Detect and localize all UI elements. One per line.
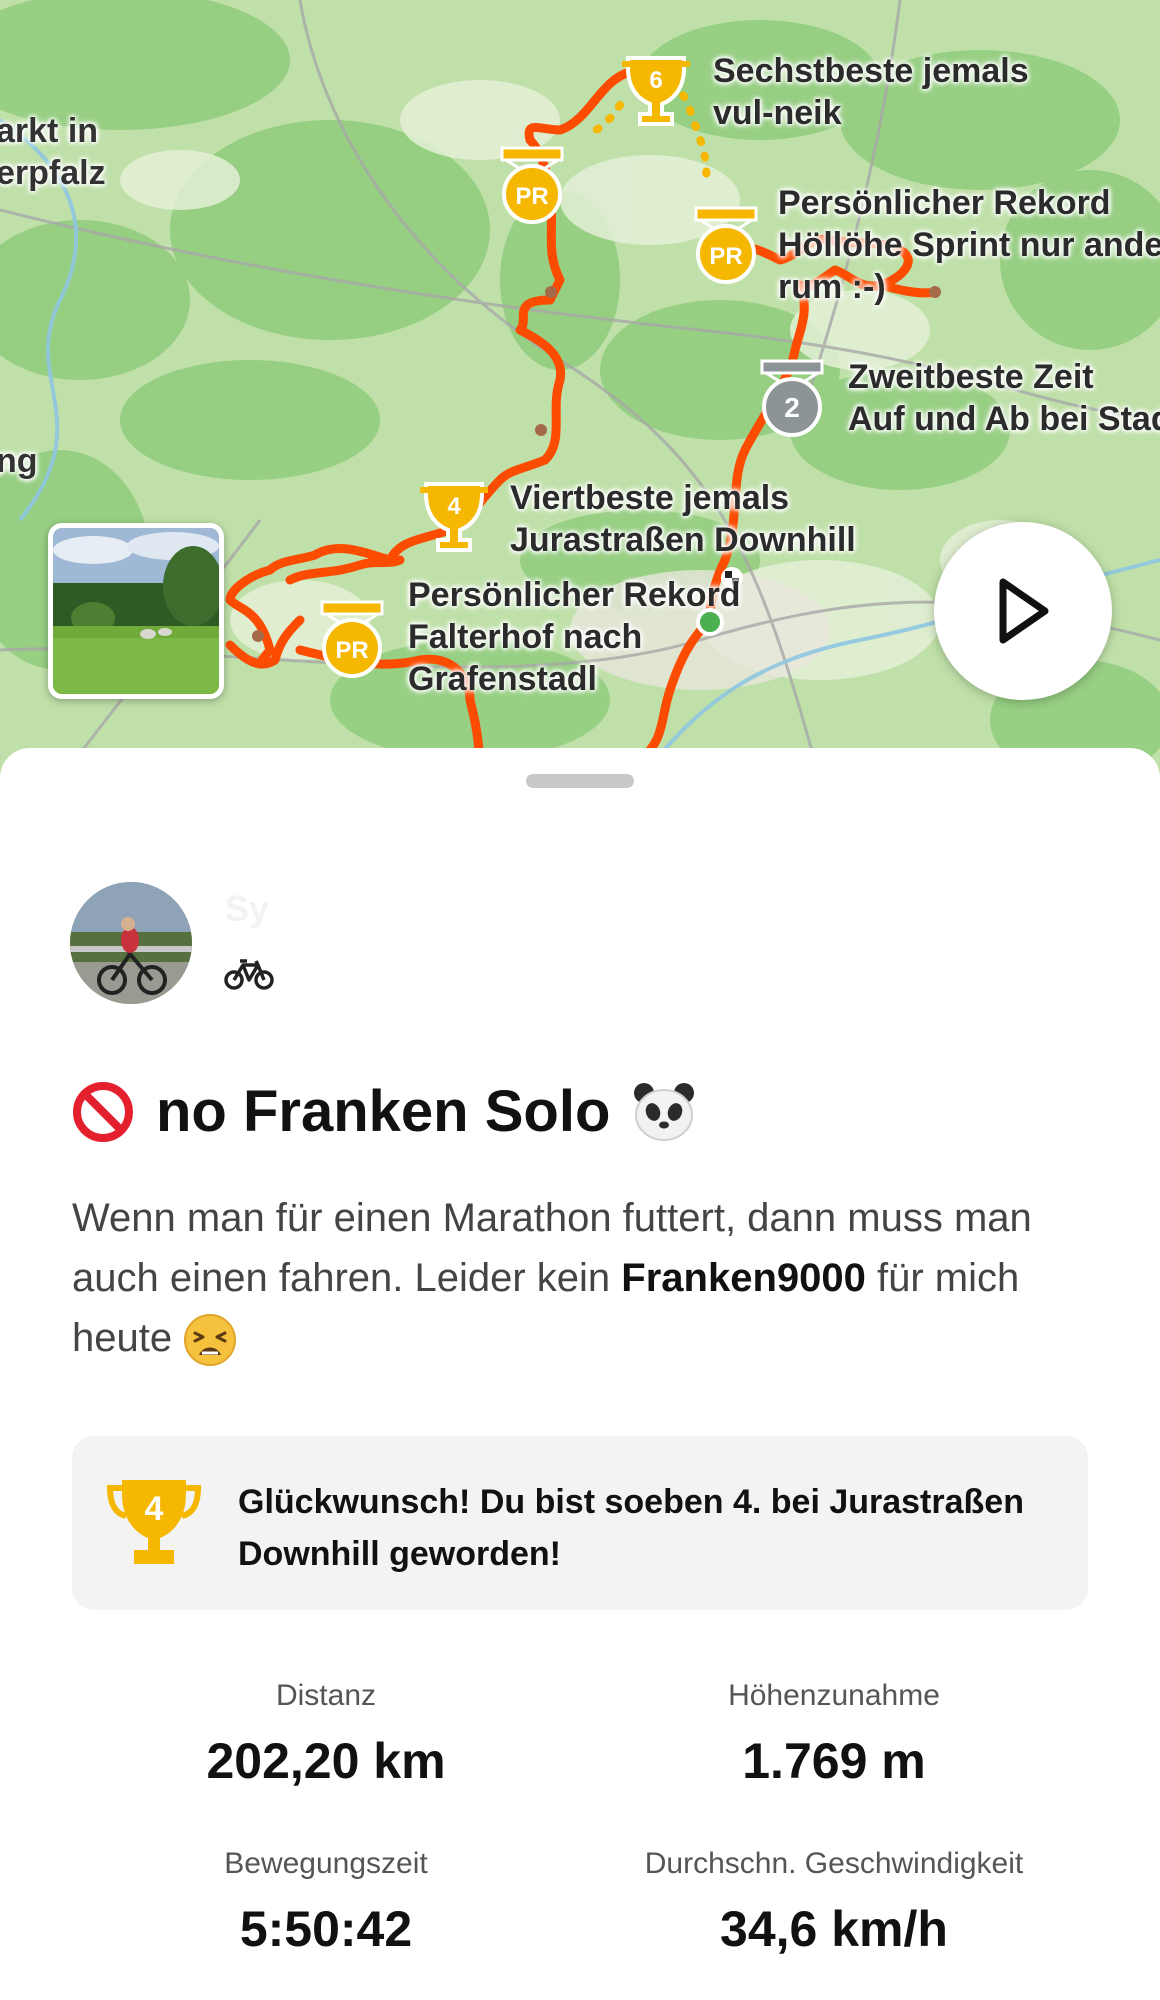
activity-details-sheet: Sy no Franken Solo Wenn man für einen Ma… (0, 748, 1160, 2000)
segment-label-line1[interactable]: Zweitbeste Zeit (848, 356, 1094, 398)
activity-description: Wenn man für einen Marathon futtert, dan… (72, 1188, 1072, 1368)
route-map[interactable]: arkt in erpfalz ng 6 Sechstbeste jemals … (0, 0, 1160, 780)
athlete-avatar[interactable] (70, 882, 192, 1004)
play-icon (999, 578, 1049, 644)
achievement-text: Glückwunsch! Du bist soeben 4. bei Juras… (238, 1483, 1024, 1573)
stat-label: Durchschn. Geschwindigkeit (644, 1847, 1024, 1880)
segment-label-line3[interactable]: rum :-) (778, 266, 886, 308)
stat-elevation-gain: Höhenzunahme 1.769 m (584, 1674, 1084, 1790)
description-bold-text: Franken9000 (621, 1256, 866, 1300)
segment-label-line2[interactable]: Auf und Ab bei Stad (848, 398, 1160, 440)
segment-label-line2[interactable]: Höllöhe Sprint nur ande (778, 224, 1160, 266)
stat-value: 1.769 m (742, 1733, 926, 1789)
silver-medal-2-icon[interactable]: 2 (752, 355, 832, 441)
stat-moving-time: Bewegungszeit 5:50:42 (76, 1842, 576, 1958)
bike-icon (224, 959, 274, 990)
segment-label-line1[interactable]: Persönlicher Rekord (778, 182, 1111, 224)
place-label: arkt in (0, 112, 99, 150)
trophy-rank: 4 (145, 1490, 164, 1528)
medal-rank: 2 (784, 392, 800, 423)
stat-average-speed: Durchschn. Geschwindigkeit 34,6 km/h (584, 1842, 1084, 1958)
pr-text: PR (335, 637, 368, 664)
activity-title: no Franken Solo (156, 1079, 611, 1144)
avatar-image (70, 882, 192, 1004)
activity-title-row: no Franken Solo (72, 1078, 696, 1145)
tired-face-icon (184, 1314, 237, 1367)
segment-label-line2[interactable]: Jurastraßen Downhill (510, 519, 856, 561)
athlete-name[interactable]: Sy (225, 888, 269, 930)
activity-photo-thumbnail[interactable] (48, 523, 224, 699)
play-flyover-button[interactable] (934, 522, 1112, 700)
trophy-6-icon[interactable]: 6 (616, 48, 696, 132)
pr-medal-icon[interactable]: PR (492, 142, 572, 228)
pr-medal-icon[interactable]: PR (686, 202, 766, 288)
pr-text: PR (515, 183, 548, 210)
stat-value: 202,20 km (206, 1733, 446, 1789)
trophy-rank: 4 (447, 493, 461, 520)
place-label: erpfalz (0, 154, 106, 192)
trophy-4-icon: 4 (106, 1480, 202, 1564)
segment-label-line3[interactable]: Grafenstadl (408, 658, 597, 700)
stat-value: 5:50:42 (239, 1901, 413, 1957)
trophy-4-icon[interactable]: 4 (414, 474, 494, 558)
stat-label: Höhenzunahme (728, 1679, 940, 1712)
segment-label-line1[interactable]: Sechstbeste jemals (713, 50, 1029, 92)
stat-distance: Distanz 202,20 km (76, 1674, 576, 1790)
segment-label-line2[interactable]: vul-neik (713, 92, 841, 134)
landscape-photo (53, 528, 219, 694)
panda-icon (634, 1082, 695, 1141)
stat-value: 34,6 km/h (720, 1901, 948, 1957)
segment-label-line1[interactable]: Viertbeste jemals (510, 477, 789, 519)
trophy-rank: 6 (649, 67, 662, 94)
stat-label: Distanz (275, 1679, 377, 1712)
pr-medal-icon[interactable]: PR (312, 596, 392, 682)
pr-text: PR (709, 243, 742, 270)
place-label: ng (0, 442, 38, 480)
segment-label-line2[interactable]: Falterhof nach (408, 616, 642, 658)
segment-label-line1[interactable]: Persönlicher Rekord (408, 574, 741, 616)
sheet-drag-handle[interactable] (526, 774, 634, 788)
stat-label: Bewegungszeit (224, 1847, 428, 1880)
achievement-banner[interactable]: 4 Glückwunsch! Du bist soeben 4. bei Jur… (72, 1436, 1088, 1610)
no-entry-icon (73, 1081, 133, 1142)
